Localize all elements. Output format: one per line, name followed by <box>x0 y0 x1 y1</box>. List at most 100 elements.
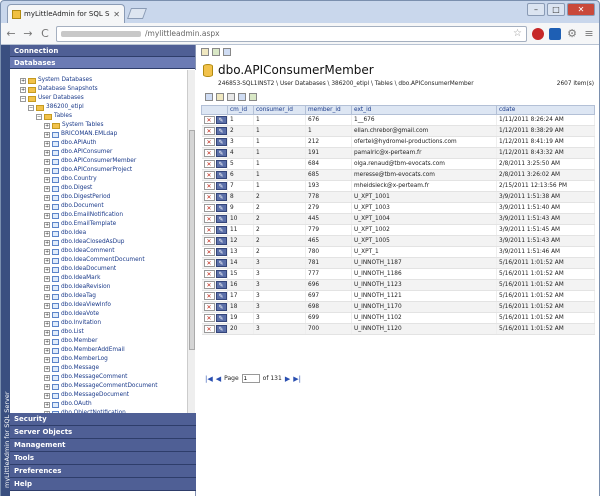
table-row[interactable]: ✕ ✎ 7 1 193 mheidsieck@x-perteam.fr 2/15/2011 … <box>201 180 595 192</box>
delete-row-icon[interactable]: ✕ <box>203 270 215 278</box>
expand-toggle-icon[interactable]: + <box>44 284 50 291</box>
sidebar-section[interactable]: Server Objects <box>10 426 196 439</box>
scrollbar-thumb[interactable] <box>189 130 195 350</box>
delete-row-icon[interactable]: ✕ <box>203 171 215 179</box>
filter-icon[interactable] <box>238 93 246 101</box>
tree-item[interactable]: + dbo.EmailNotification <box>44 211 123 220</box>
expand-toggle-icon[interactable]: + <box>44 311 50 318</box>
tree-item[interactable]: + dbo.APIAuth <box>44 139 96 148</box>
delete-row-icon[interactable]: ✕ <box>203 292 215 300</box>
table-row[interactable]: ✕ ✎ 1 1 676 1__676 1/11/2011 8:26:24 AM <box>201 114 595 126</box>
bookmark-star-icon[interactable]: ☆ <box>513 28 522 39</box>
sidebar-section[interactable]: Tools <box>10 452 196 465</box>
expand-toggle-icon[interactable]: + <box>44 329 50 336</box>
edit-row-icon[interactable]: ✎ <box>215 160 227 168</box>
delete-row-icon[interactable]: ✕ <box>203 303 215 311</box>
new-tab-button[interactable] <box>126 8 148 19</box>
tree-item[interactable]: − Tables <box>36 112 72 121</box>
export-grid-icon[interactable] <box>249 93 257 101</box>
expand-toggle-icon[interactable]: + <box>44 158 50 165</box>
refresh-icon[interactable] <box>205 93 213 101</box>
tree-item[interactable]: − 386200_etipl <box>28 103 84 112</box>
table-row[interactable]: ✕ ✎ 19 3 699 U_INNOTH_1102 5/16/2011 1:01:52 A… <box>201 312 595 324</box>
expand-toggle-icon[interactable]: + <box>44 374 50 381</box>
expand-toggle-icon[interactable]: + <box>44 239 50 246</box>
tree-item[interactable]: + dbo.APIConsumerProject <box>44 166 132 175</box>
expand-toggle-icon[interactable]: + <box>44 365 50 372</box>
expand-toggle-icon[interactable]: + <box>44 212 50 219</box>
edit-row-icon[interactable]: ✎ <box>215 127 227 135</box>
tree-item[interactable]: + dbo.Country <box>44 175 97 184</box>
expand-toggle-icon[interactable]: + <box>44 392 50 399</box>
tree-item[interactable]: + dbo.IdeaComment <box>44 247 115 256</box>
back-button[interactable]: ← <box>5 27 17 40</box>
edit-row-icon[interactable]: ✎ <box>215 182 227 190</box>
table-row[interactable]: ✕ ✎ 18 3 698 U_INNOTH_1170 5/16/2011 1:01:52 A… <box>201 301 595 313</box>
tree-item[interactable]: + System Tables <box>44 121 103 130</box>
tree-item[interactable]: + dbo.Document <box>44 202 104 211</box>
tree-item[interactable]: + dbo.Member <box>44 337 98 346</box>
table-row[interactable]: ✕ ✎ 12 2 465 U_XPT_1005 3/9/2011 1:51:43 AM <box>201 235 595 247</box>
edit-row-icon[interactable]: ✎ <box>215 237 227 245</box>
column-header[interactable]: ext_id <box>351 105 497 115</box>
delete-row-icon[interactable]: ✕ <box>203 116 215 124</box>
properties-icon[interactable] <box>223 48 231 56</box>
table-row[interactable]: ✕ ✎ 13 2 780 U_XPT_1 3/9/2011 1:51:46 AM <box>201 246 595 258</box>
delete-row-icon[interactable]: ✕ <box>203 314 215 322</box>
tree-item[interactable]: + BRICOMAN.EMLdap <box>44 130 117 139</box>
sidebar-section-connection[interactable]: Connection <box>10 45 195 57</box>
delete-row-icon[interactable]: ✕ <box>203 259 215 267</box>
copy-icon[interactable] <box>227 93 235 101</box>
expand-toggle-icon[interactable]: + <box>44 140 50 147</box>
tree-item[interactable]: + dbo.IdeaDocument <box>44 265 116 274</box>
edit-row-icon[interactable]: ✎ <box>215 171 227 179</box>
settings-wrench-icon[interactable]: ⚙ <box>566 27 578 40</box>
delete-row-icon[interactable]: ✕ <box>203 127 215 135</box>
delete-row-icon[interactable]: ✕ <box>203 204 215 212</box>
table-row[interactable]: ✕ ✎ 4 1 191 pamalric@x-perteam.fr 1/12/2011 8:… <box>201 147 595 159</box>
expand-toggle-icon[interactable]: + <box>44 185 50 192</box>
delete-row-icon[interactable]: ✕ <box>203 193 215 201</box>
tree-item[interactable]: + dbo.MemberAddEmail <box>44 346 125 355</box>
table-row[interactable]: ✕ ✎ 16 3 696 U_INNOTH_1123 5/16/2011 1:01:52 A… <box>201 279 595 291</box>
expand-toggle-icon[interactable]: + <box>44 266 50 273</box>
column-header[interactable]: cdate <box>496 105 595 115</box>
edit-row-icon[interactable]: ✎ <box>215 314 227 322</box>
expand-toggle-icon[interactable]: + <box>44 194 50 201</box>
expand-toggle-icon[interactable]: + <box>44 347 50 354</box>
insert-row-icon[interactable] <box>216 93 224 101</box>
tree-item[interactable]: + dbo.Digest <box>44 184 92 193</box>
expand-toggle-icon[interactable]: + <box>44 248 50 255</box>
expand-toggle-icon[interactable]: − <box>36 113 42 120</box>
edit-row-icon[interactable]: ✎ <box>215 215 227 223</box>
expand-toggle-icon[interactable]: + <box>44 275 50 282</box>
tree-item[interactable]: + dbo.DigestPeriod <box>44 193 110 202</box>
tree-item[interactable]: + dbo.IdeaClosedAsDup <box>44 238 124 247</box>
edit-row-icon[interactable]: ✎ <box>215 193 227 201</box>
menu-icon[interactable]: ≡ <box>583 27 595 40</box>
tree-item[interactable]: + dbo.APIConsumerMember <box>44 157 136 166</box>
delete-row-icon[interactable]: ✕ <box>203 215 215 223</box>
tree-item[interactable]: + dbo.IdeaVote <box>44 310 99 319</box>
sidebar-section[interactable]: Help <box>10 478 196 491</box>
expand-toggle-icon[interactable]: + <box>44 383 50 390</box>
table-row[interactable]: ✕ ✎ 10 2 445 U_XPT_1004 3/9/2011 1:51:43 AM <box>201 213 595 225</box>
sidebar-section[interactable]: Preferences <box>10 465 196 478</box>
expand-toggle-icon[interactable]: + <box>44 230 50 237</box>
tree-item[interactable]: + dbo.Invitation <box>44 319 101 328</box>
edit-row-icon[interactable]: ✎ <box>215 116 227 124</box>
table-row[interactable]: ✕ ✎ 15 3 777 U_INNOTH_1186 5/16/2011 1:01:52 A… <box>201 268 595 280</box>
tree-scrollbar[interactable] <box>187 70 195 455</box>
expand-toggle-icon[interactable]: + <box>44 338 50 345</box>
edit-row-icon[interactable]: ✎ <box>215 138 227 146</box>
edit-row-icon[interactable]: ✎ <box>215 270 227 278</box>
table-row[interactable]: ✕ ✎ 14 3 781 U_INNOTH_1187 5/16/2011 1:01:52 A… <box>201 257 595 269</box>
sidebar-section[interactable]: Management <box>10 439 196 452</box>
table-row[interactable]: ✕ ✎ 5 1 684 olga.renaud@tbm-evocats.com 2/8/20… <box>201 158 595 170</box>
edit-row-icon[interactable]: ✎ <box>215 281 227 289</box>
tree-item[interactable]: + dbo.MemberLog <box>44 355 108 364</box>
new-query-icon[interactable] <box>201 48 209 56</box>
expand-toggle-icon[interactable]: + <box>44 149 50 156</box>
edit-row-icon[interactable]: ✎ <box>215 259 227 267</box>
table-row[interactable]: ✕ ✎ 3 1 212 ofertel@hydromel-productions.com 1… <box>201 136 595 148</box>
